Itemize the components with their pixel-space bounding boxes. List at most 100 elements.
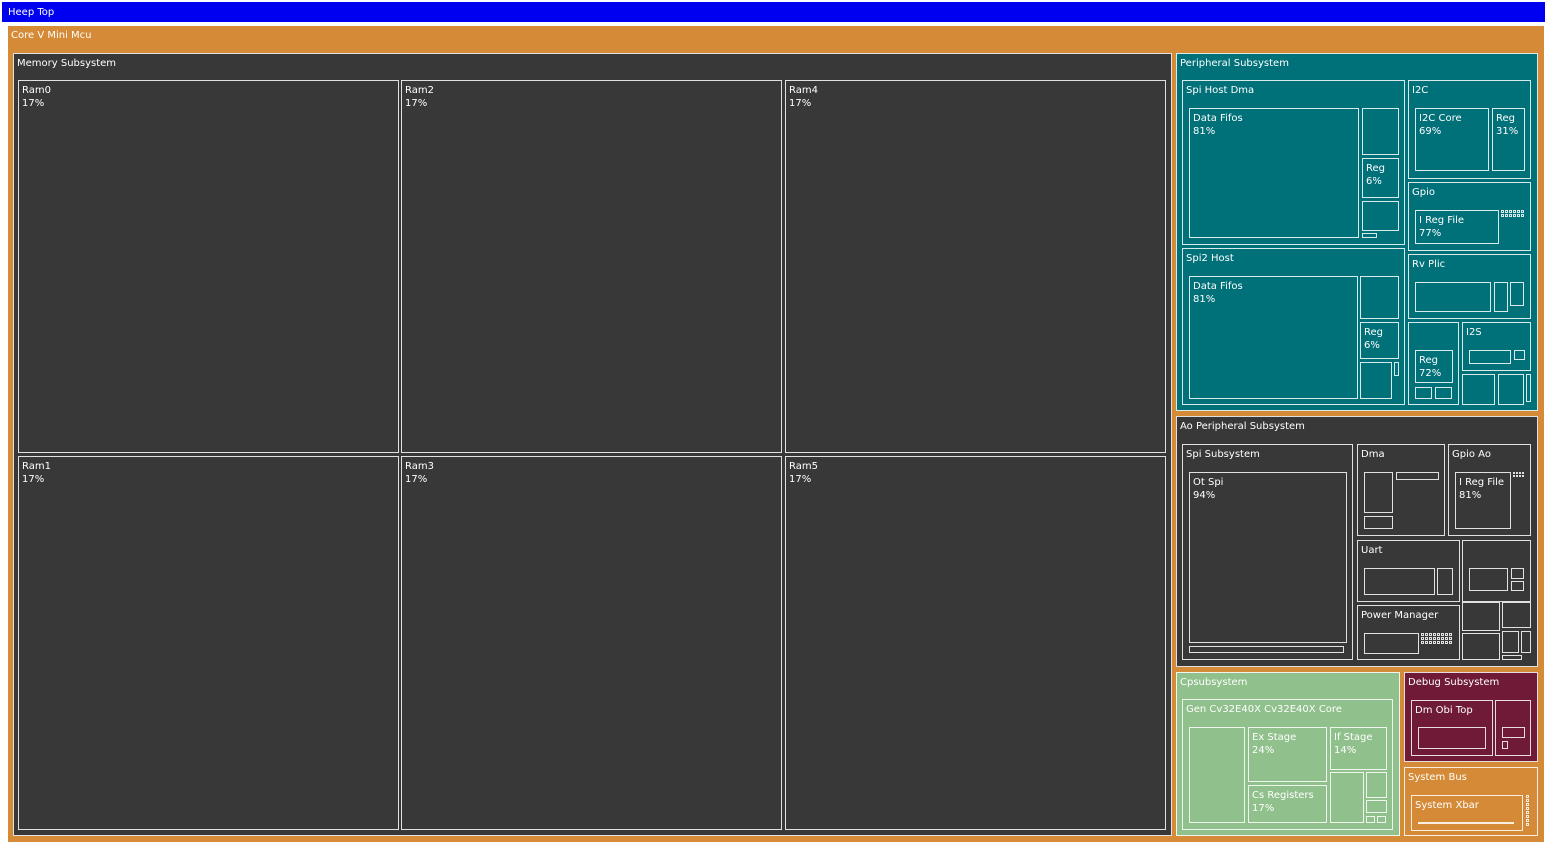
tile-unlabeled-49[interactable]: [1425, 633, 1428, 636]
tile-unlabeled-74[interactable]: [1462, 633, 1500, 660]
tile-unlabeled-20[interactable]: [1510, 282, 1524, 306]
tile-reg[interactable]: Reg 31%: [1492, 108, 1525, 171]
tile-ex-stage[interactable]: Ex Stage 24%: [1248, 727, 1327, 782]
tile-ram2[interactable]: Ram2 17%: [401, 80, 782, 453]
tile-unlabeled-16[interactable]: [1517, 214, 1520, 217]
tile-unlabeled-65[interactable]: [1425, 641, 1428, 644]
tile-unlabeled-60[interactable]: [1437, 637, 1440, 640]
tile-unlabeled-55[interactable]: [1449, 633, 1452, 636]
tile-unlabeled-31[interactable]: [1396, 472, 1439, 480]
tile-unlabeled-66[interactable]: [1429, 641, 1432, 644]
tile-unlabeled-11[interactable]: [1521, 210, 1524, 213]
tile-unlabeled-83[interactable]: [1377, 816, 1386, 823]
tile-unlabeled-59[interactable]: [1433, 637, 1436, 640]
tile-ram0[interactable]: Ram0 17%: [18, 80, 399, 453]
tile-unlabeled-3[interactable]: [1360, 276, 1399, 319]
tile-unlabeled-39[interactable]: [1519, 475, 1521, 477]
tile-unlabeled-50[interactable]: [1429, 633, 1432, 636]
tile-unlabeled-40[interactable]: [1522, 475, 1524, 477]
tile-unlabeled-93[interactable]: [1526, 811, 1529, 814]
tile-unlabeled-22[interactable]: [1415, 387, 1432, 399]
tile-unlabeled-42[interactable]: [1437, 568, 1453, 595]
tile-unlabeled-41[interactable]: [1364, 568, 1435, 595]
tile-i-reg-file[interactable]: I Reg File 81%: [1455, 472, 1511, 529]
tile-unlabeled-17[interactable]: [1521, 214, 1524, 217]
tile-cs-registers[interactable]: Cs Registers 17%: [1248, 785, 1327, 823]
tile-unlabeled-88[interactable]: [1418, 822, 1514, 824]
tile-data-fifos[interactable]: Data Fifos 81%: [1189, 276, 1358, 399]
tile-unlabeled-67[interactable]: [1433, 641, 1436, 644]
treemap-title-banner[interactable]: Heep Top: [2, 2, 1545, 22]
tile-if-stage[interactable]: If Stage 14%: [1330, 727, 1387, 770]
tile-unlabeled-35[interactable]: [1519, 472, 1521, 474]
tile-data-fifos[interactable]: Data Fifos 81%: [1189, 108, 1359, 238]
tile-unlabeled-5[interactable]: [1394, 362, 1399, 376]
tile-unlabeled-84[interactable]: [1418, 727, 1486, 749]
tile-ram3[interactable]: Ram3 17%: [401, 456, 782, 830]
tile-unlabeled-90[interactable]: [1526, 799, 1529, 802]
tile-unlabeled-29[interactable]: [1189, 646, 1344, 653]
tile-unlabeled-19[interactable]: [1494, 282, 1508, 312]
tile-unlabeled-18[interactable]: [1415, 282, 1491, 312]
tile-unlabeled-86[interactable]: [1502, 727, 1525, 738]
tile-unlabeled-30[interactable]: [1364, 472, 1393, 513]
tile-unlabeled-33[interactable]: [1513, 472, 1515, 474]
tile-unlabeled-6[interactable]: [1501, 210, 1504, 213]
tile-unlabeled-95[interactable]: [1526, 819, 1529, 822]
tile-ram5[interactable]: Ram5 17%: [785, 456, 1166, 830]
tile-unlabeled-23[interactable]: [1435, 387, 1452, 399]
tile-unlabeled-10[interactable]: [1517, 210, 1520, 213]
tile-reg[interactable]: Reg 6%: [1362, 158, 1399, 198]
tile-unlabeled-82[interactable]: [1366, 816, 1375, 823]
tile-unlabeled-46[interactable]: [1511, 581, 1524, 591]
tile-unlabeled-80[interactable]: [1366, 772, 1387, 798]
tile-unlabeled-1[interactable]: [1362, 201, 1399, 231]
tile-unlabeled-71[interactable]: [1449, 641, 1452, 644]
tile-unlabeled-51[interactable]: [1433, 633, 1436, 636]
tile-unlabeled-38[interactable]: [1516, 475, 1518, 477]
tile-unlabeled-61[interactable]: [1441, 637, 1444, 640]
tile-unlabeled-57[interactable]: [1425, 637, 1428, 640]
tile-unlabeled-81[interactable]: [1366, 800, 1387, 813]
tile-unlabeled-79[interactable]: [1330, 772, 1364, 823]
tile-unlabeled-36[interactable]: [1522, 472, 1524, 474]
tile-unlabeled-9[interactable]: [1513, 210, 1516, 213]
tile-unlabeled-2[interactable]: [1362, 233, 1377, 238]
tile-unlabeled-77[interactable]: [1502, 655, 1522, 660]
tile-unlabeled-34[interactable]: [1516, 472, 1518, 474]
tile-unlabeled-64[interactable]: [1421, 641, 1424, 644]
tile-unlabeled-91[interactable]: [1526, 803, 1529, 806]
tile-system-xbar[interactable]: System Xbar: [1411, 795, 1523, 831]
tile-unlabeled-24[interactable]: [1469, 350, 1511, 364]
tile-unlabeled-54[interactable]: [1445, 633, 1448, 636]
tile-unlabeled-26[interactable]: [1462, 374, 1495, 405]
tile-ram1[interactable]: Ram1 17%: [18, 456, 399, 830]
tile-unlabeled-0[interactable]: [1362, 108, 1399, 155]
tile-unlabeled-14[interactable]: [1509, 214, 1512, 217]
tile-unlabeled-73[interactable]: [1502, 602, 1531, 628]
tile-ot-spi[interactable]: Ot Spi 94%: [1189, 472, 1347, 643]
tile-reg[interactable]: Reg 6%: [1360, 322, 1399, 359]
tile-i-reg-file[interactable]: I Reg File 77%: [1415, 210, 1499, 244]
tile-unlabeled-87[interactable]: [1502, 741, 1508, 749]
tile-unlabeled-44[interactable]: [1469, 568, 1508, 591]
tile-unlabeled-25[interactable]: [1514, 350, 1525, 360]
tile-unlabeled-89[interactable]: [1526, 795, 1529, 798]
tile-unlabeled-58[interactable]: [1429, 637, 1432, 640]
tile-unlabeled-76[interactable]: [1521, 631, 1531, 653]
tile-unlabeled-45[interactable]: [1511, 568, 1524, 579]
tile-unlabeled-63[interactable]: [1449, 637, 1452, 640]
tile-unlabeled-7[interactable]: [1505, 210, 1508, 213]
tile-unlabeled-78[interactable]: [1189, 727, 1245, 823]
tile-unlabeled-15[interactable]: [1513, 214, 1516, 217]
tile-i2c-core[interactable]: I2C Core 69%: [1415, 108, 1489, 171]
tile-unlabeled-96[interactable]: [1526, 823, 1529, 826]
tile-unlabeled-27[interactable]: [1498, 374, 1524, 405]
tile-unlabeled-68[interactable]: [1437, 641, 1440, 644]
tile-unlabeled-4[interactable]: [1360, 362, 1392, 399]
tile-reg[interactable]: Reg 72%: [1415, 350, 1453, 383]
tile-unlabeled-75[interactable]: [1502, 631, 1519, 653]
tile-unlabeled-72[interactable]: [1462, 602, 1500, 631]
tile-unlabeled-53[interactable]: [1441, 633, 1444, 636]
tile-unlabeled-52[interactable]: [1437, 633, 1440, 636]
